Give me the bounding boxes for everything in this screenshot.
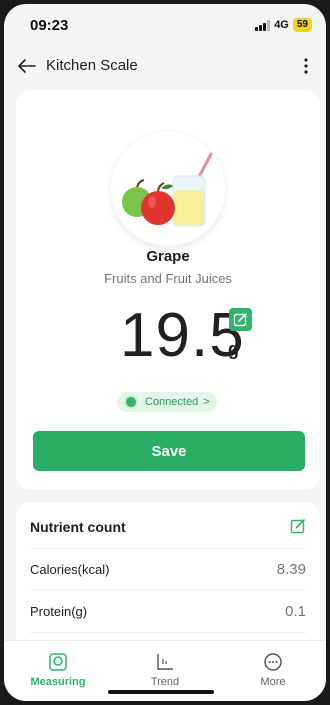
nav-item-measuring[interactable]: Measuring [18,651,98,688]
scale-icon [49,653,67,671]
connection-label: Connected [145,396,199,408]
edit-icon [233,313,247,327]
nutrient-row: Protein(g) 0.1 [30,590,306,632]
apples-and-juice-icon [122,152,213,227]
nutrient-value: 8.39 [276,561,306,578]
signal-icon [255,19,271,31]
food-category: Fruits and Fruit Juices [104,271,232,286]
more-icon [264,653,282,671]
network-type: 4G [274,19,289,31]
weight-value: 19.5 [120,301,245,370]
nav-label: More [260,676,286,688]
phone-screen: 09:23 4G 59 Kitchen Scale Grape Fruits a… [4,4,326,701]
nav-item-more[interactable]: More [233,651,313,688]
nav-item-trend[interactable]: Trend [125,651,205,688]
status-bar: 09:23 4G 59 [4,4,326,48]
nutrient-row: Calories(kcal) 8.39 [30,548,306,590]
food-name: Grape [146,248,190,265]
home-indicator [108,690,214,694]
more-vertical-icon[interactable] [296,56,316,76]
connection-status[interactable]: Connected > [117,392,217,412]
page-title: Kitchen Scale [46,57,138,74]
nutrient-title: Nutrient count [30,519,126,535]
nutrient-label: Calories(kcal) [30,562,110,577]
nutrient-value: 0.1 [285,603,306,620]
food-image[interactable] [111,132,225,246]
edit-nutrients-icon[interactable] [290,518,306,534]
connected-dot-icon [126,397,136,407]
trend-chart-icon [157,654,173,670]
app-header: Kitchen Scale [4,48,326,84]
weight-display: 19.5 g [16,298,320,370]
battery-icon: 59 [292,18,312,32]
nutrient-label: Protein(g) [30,604,88,619]
save-button[interactable]: Save [33,431,305,471]
nav-label: Measuring [30,676,86,688]
nutrient-card: Nutrient count Calories(kcal) 8.39 Prote… [16,502,320,642]
chevron-right-icon: > [203,396,210,408]
status-time: 09:23 [30,17,69,34]
back-arrow-icon[interactable] [16,55,38,77]
nav-label: Trend [150,676,180,688]
measurement-card: Grape Fruits and Fruit Juices 19.5 g Con… [16,90,320,490]
status-indicators: 4G 59 [255,18,312,32]
weight-unit: g [228,339,239,359]
edit-weight-button[interactable] [229,308,252,331]
